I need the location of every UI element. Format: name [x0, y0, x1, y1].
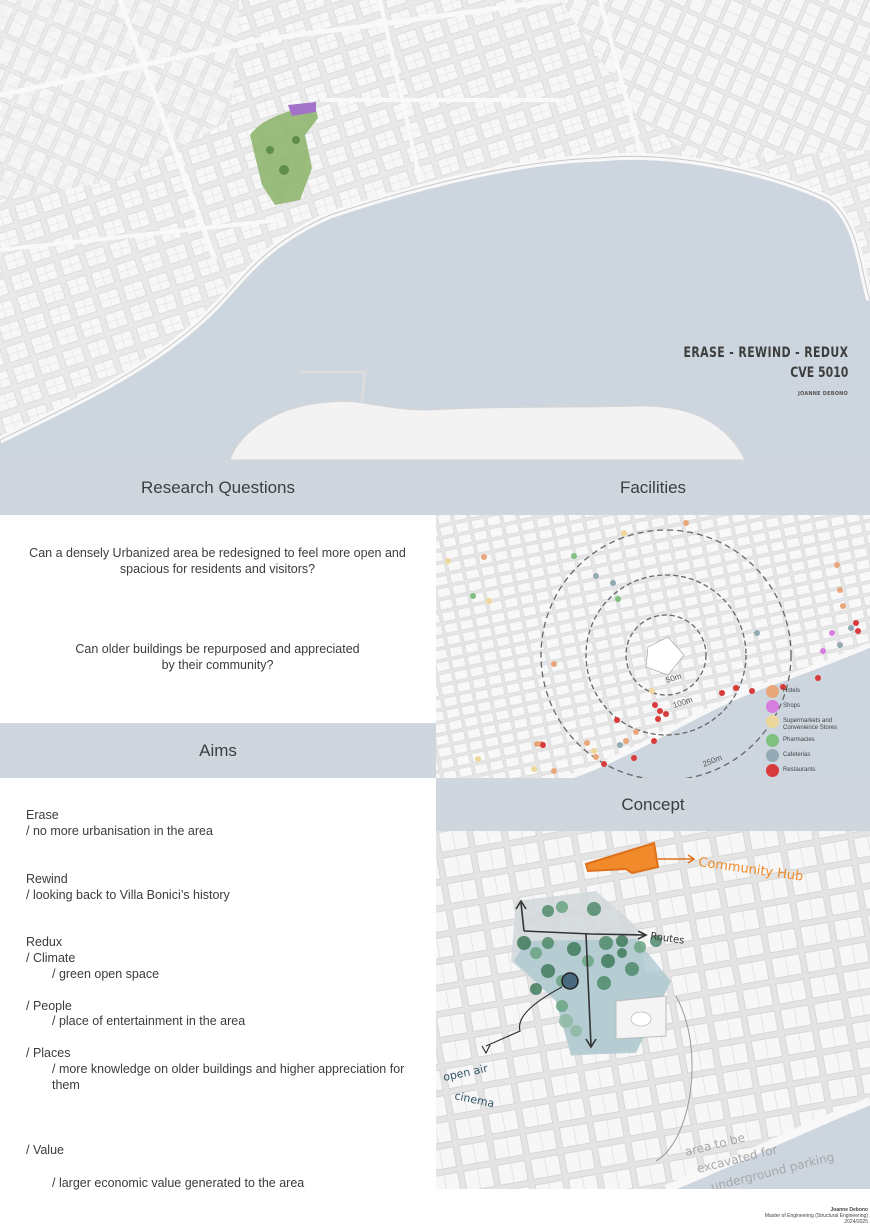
research-question-2: Can older buildings be repurposed and ap…	[75, 642, 360, 672]
aims-header: Aims	[0, 723, 436, 778]
course-code: CVE 5010	[789, 365, 848, 381]
aim-rewind-title: Rewind	[26, 872, 68, 886]
aim-people-text: / place of entertainment in the area	[52, 1014, 246, 1028]
concept-map-graphic: Community Hub Routes open air cinema are…	[436, 831, 870, 1189]
legend-dot-restaurants	[766, 764, 779, 777]
footer-credit: Joanne Debono Master of Engineering (Str…	[765, 1207, 868, 1225]
legend-label-supermarkets: Supermarkets and Convenience Stores	[783, 718, 838, 731]
facilities-header: Facilities	[436, 460, 870, 515]
aims-title: Aims	[199, 740, 237, 760]
hero-map: ERASE - REWIND - REDUX CVE 5010 JOANNE D…	[0, 0, 870, 460]
legend-item-hotels: Hotels	[766, 685, 853, 698]
aim-rewind-text: / looking back to Villa Bonici’s history	[26, 888, 230, 902]
aim-erase-text: / no more urbanisation in the area	[26, 824, 213, 838]
aim-redux-title: Redux	[26, 935, 63, 949]
poster-title-block: ERASE - REWIND - REDUX CVE 5010 JOANNE D…	[637, 343, 848, 397]
concept-header: Concept	[436, 778, 870, 831]
research-question-1: Can a densely Urbanized area be redesign…	[29, 546, 406, 576]
legend-dot-cafeterias	[766, 749, 779, 762]
legend-label-cafeterias: Cafeterias	[783, 752, 811, 758]
aim-climate: / Climate	[26, 951, 76, 965]
poster-title: ERASE - REWIND - REDUX	[683, 345, 848, 361]
aim-value: / Value	[26, 1143, 64, 1157]
aim-climate-text: / green open space	[52, 967, 160, 981]
author-name: JOANNE DEBONO	[797, 391, 848, 397]
concept-map: Community Hub Routes open air cinema are…	[436, 831, 870, 1189]
aim-places-text: / more knowledge on older buildings and …	[52, 1062, 405, 1092]
facilities-map: 50m 100m 250m Hotels Shops Supermarkets …	[436, 515, 870, 778]
legend-item-restaurants: Restaurants	[766, 764, 853, 777]
legend-item-shops: Shops	[766, 700, 853, 713]
legend-item-cafeterias: Cafeterias	[766, 749, 853, 762]
footer-year: 2024/2025	[844, 1219, 868, 1225]
legend-label-hotels: Hotels	[783, 688, 801, 694]
aim-value-text: / larger economic value generated to the…	[52, 1176, 305, 1190]
legend-dot-pharmacies	[766, 734, 779, 747]
concept-title: Concept	[621, 794, 685, 814]
legend-dot-hotels	[766, 685, 779, 698]
aim-erase-title: Erase	[26, 808, 59, 822]
facilities-title: Facilities	[619, 477, 687, 497]
legend-label-restaurants: Restaurants	[783, 767, 816, 773]
legend-label-shops: Shops	[783, 703, 801, 709]
research-questions-header: Research Questions	[0, 460, 436, 515]
legend-item-supermarkets: Supermarkets and Convenience Stores	[766, 715, 853, 732]
facilities-legend: Hotels Shops Supermarkets and Convenienc…	[766, 685, 853, 778]
legend-item-pharmacies: Pharmacies	[766, 734, 853, 747]
aim-places: / Places	[26, 1046, 71, 1060]
legend-label-pharmacies: Pharmacies	[783, 737, 815, 743]
legend-dot-shops	[766, 700, 779, 713]
legend-dot-supermarkets	[766, 715, 779, 728]
research-questions-title: Research Questions	[140, 477, 296, 497]
aim-people: / People	[26, 999, 72, 1013]
